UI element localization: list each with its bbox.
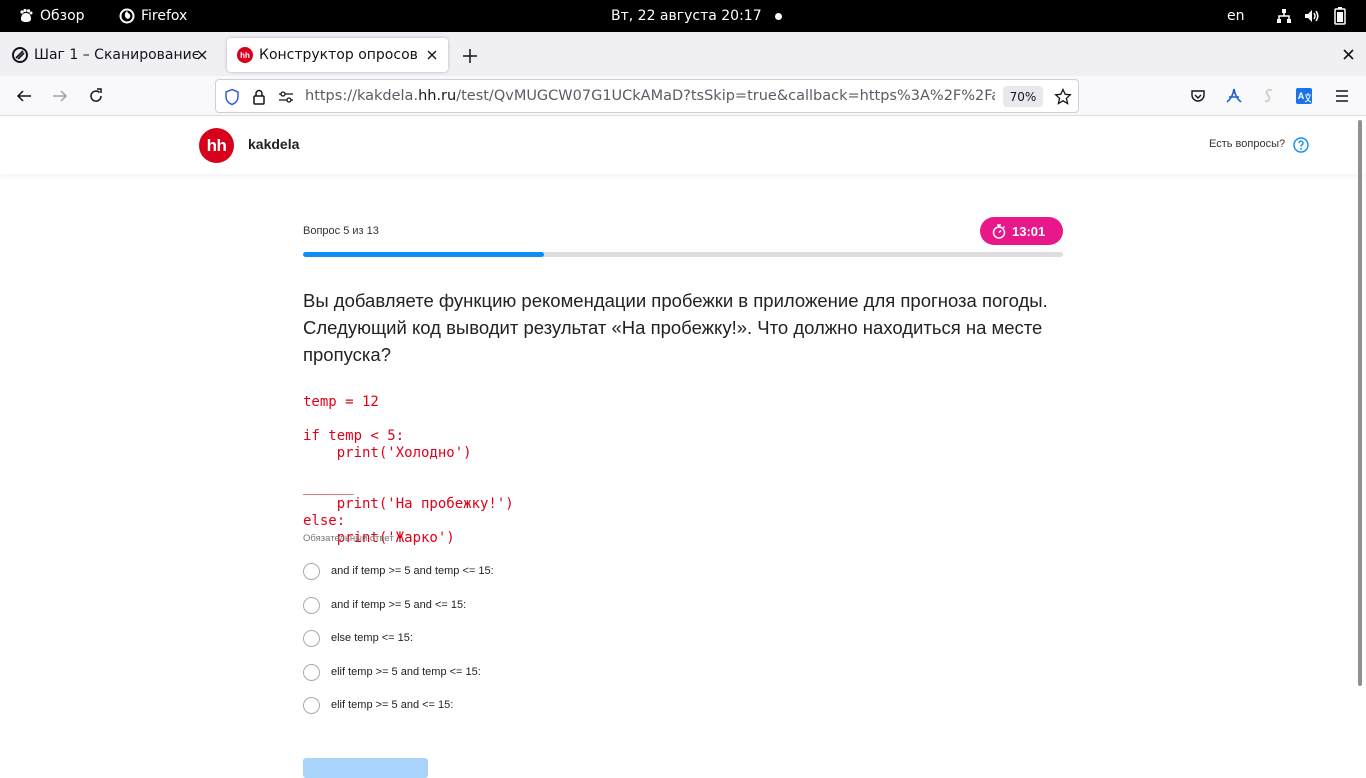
timer-value: 13:01 xyxy=(1012,223,1046,239)
site-header: hh kakdela Есть вопросы? xyxy=(0,117,1366,174)
radio-button[interactable] xyxy=(303,596,320,614)
radio-button[interactable] xyxy=(303,562,320,580)
tab-strip: Шаг 1 – Сканирование по hh Конструктор о… xyxy=(0,32,1366,76)
tab-scan-title: Шаг 1 – Сканирование по xyxy=(34,47,198,63)
navigation-toolbar: https://kakdela. hh.ru/test/QvMUGCW07G1UC… xyxy=(0,76,1366,116)
question-counter: Вопрос 5 из 13 xyxy=(303,225,379,237)
zoom-indicator[interactable]: 70% xyxy=(1003,86,1043,107)
help-link[interactable]: Есть вопросы? xyxy=(1209,138,1285,150)
notification-dot xyxy=(775,0,782,32)
answer-option-5[interactable]: elif temp >= 5 and <= 15: xyxy=(303,696,453,714)
forward-button[interactable] xyxy=(48,84,72,108)
stopwatch-icon xyxy=(992,223,1006,239)
language-label: en xyxy=(1227,8,1245,24)
logo-text: hh xyxy=(206,135,227,155)
close-tab-icon[interactable] xyxy=(194,47,210,63)
address-bar[interactable]: https://kakdela. hh.ru/test/QvMUGCW07G1UC… xyxy=(215,79,1079,113)
answer-option-4[interactable]: elif temp >= 5 and temp <= 15: xyxy=(303,663,481,681)
svg-text:hh: hh xyxy=(240,51,250,60)
close-window-button[interactable] xyxy=(1338,44,1358,64)
pdf-extension-icon[interactable] xyxy=(1222,84,1246,108)
code-snippet: temp = 12 if temp < 5: print('Холодно') … xyxy=(303,394,514,546)
back-button[interactable] xyxy=(12,84,36,108)
hh-logo[interactable]: hh xyxy=(199,128,234,163)
radio-button[interactable] xyxy=(303,696,320,714)
svg-text:A: A xyxy=(1298,91,1305,101)
answer-option-3[interactable]: else temp <= 15: xyxy=(303,629,413,647)
tracking-protection-shield-icon[interactable] xyxy=(223,88,241,106)
zoom-label: 70% xyxy=(1009,89,1037,104)
bookmark-star-icon[interactable] xyxy=(1054,87,1072,106)
timer-badge: 13:01 xyxy=(980,217,1063,245)
tab-scan[interactable]: Шаг 1 – Сканирование по xyxy=(2,38,218,72)
tab-scan-icon xyxy=(12,47,28,63)
radio-button[interactable] xyxy=(303,663,320,681)
tab-survey-builder-title: Конструктор опросов xyxy=(259,47,418,63)
activities-button[interactable]: Обзор xyxy=(18,0,85,32)
system-top-bar: Обзор Firefox Вт, 22 августа 20:17 en xyxy=(0,0,1366,32)
submit-button[interactable] xyxy=(303,758,428,778)
volume-icon[interactable] xyxy=(1304,0,1320,32)
answer-option-label: else temp <= 15: xyxy=(331,632,413,644)
question-text: Вы добавляете функцию рекомендации пробе… xyxy=(303,290,1048,365)
close-tab-icon[interactable] xyxy=(424,47,440,63)
url-path: /test/QvMUGCW07G1UCkAMaD?tsSkip=true&cal… xyxy=(456,88,995,104)
required-answer-label: Обязательный ответ xyxy=(303,533,394,544)
question-circle-icon[interactable] xyxy=(1293,137,1309,153)
web-page: hh kakdela Есть вопросы? Вопрос 5 из 13 … xyxy=(0,117,1366,778)
answer-option-label: and if temp >= 5 and temp <= 15: xyxy=(331,565,494,577)
menu-hamburger-icon[interactable] xyxy=(1330,84,1354,108)
permissions-icon[interactable] xyxy=(277,88,295,106)
battery-icon[interactable] xyxy=(1334,0,1346,32)
answer-option-label: elif temp >= 5 and <= 15: xyxy=(331,699,454,711)
network-icon[interactable] xyxy=(1276,0,1292,32)
answer-option-1[interactable]: and if temp >= 5 and temp <= 15: xyxy=(303,562,494,580)
quiz-progress-fill xyxy=(303,252,544,257)
pocket-button[interactable] xyxy=(1186,84,1210,108)
extension-s-icon[interactable] xyxy=(1257,84,1281,108)
url-text[interactable]: https://kakdela. hh.ru/test/QvMUGCW07G1UC… xyxy=(305,80,995,112)
url-domain: hh.ru xyxy=(418,88,457,104)
activities-icon xyxy=(18,8,34,24)
datetime-label: Вт, 22 августа 20:17 xyxy=(611,8,762,24)
url-prefix: https://kakdela. xyxy=(305,88,419,104)
firefox-icon xyxy=(119,8,135,24)
clock[interactable]: Вт, 22 августа 20:17 xyxy=(611,0,762,32)
language-indicator[interactable]: en xyxy=(1227,0,1245,32)
page-scrollbar[interactable] xyxy=(1358,120,1362,686)
translate-extension-icon[interactable]: A xyxy=(1292,84,1316,108)
lock-icon[interactable] xyxy=(250,88,268,106)
quiz-progress-bar xyxy=(303,252,1063,257)
answer-option-label: and if temp >= 5 and <= 15: xyxy=(331,599,467,611)
tab-survey-builder[interactable]: hh Конструктор опросов xyxy=(227,38,448,72)
hh-favicon-icon: hh xyxy=(237,47,253,63)
answer-option-label: elif temp >= 5 and temp <= 15: xyxy=(331,666,481,678)
activities-label: Обзор xyxy=(40,8,85,24)
brand-name: kakdela xyxy=(248,136,300,152)
new-tab-button[interactable] xyxy=(458,44,482,68)
app-name-label: Firefox xyxy=(141,8,188,24)
reload-button[interactable] xyxy=(84,84,108,108)
app-menu[interactable]: Firefox xyxy=(119,0,187,32)
answer-option-2[interactable]: and if temp >= 5 and <= 15: xyxy=(303,596,466,614)
radio-button[interactable] xyxy=(303,629,320,647)
